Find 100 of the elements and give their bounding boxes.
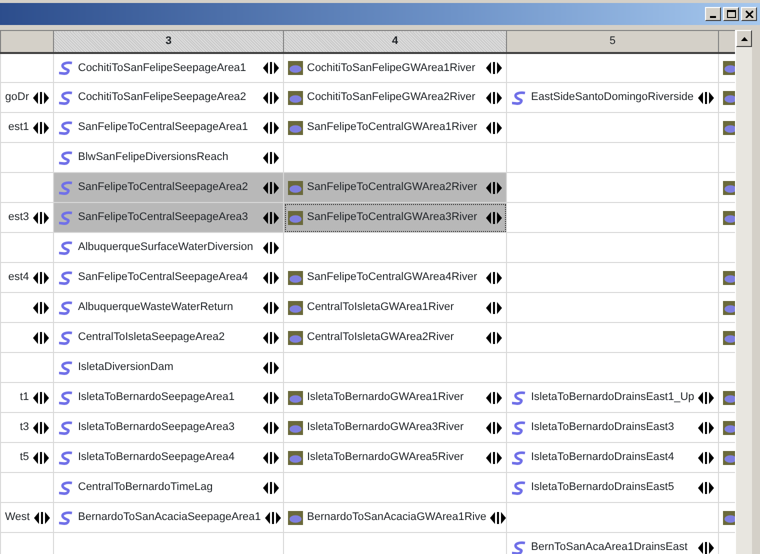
grid-cell[interactable]: SanFelipeToCentralGWArea4River bbox=[284, 262, 506, 292]
s-curve-icon bbox=[58, 510, 74, 524]
grid-cell[interactable]: t1 bbox=[0, 382, 54, 412]
grid-cell[interactable] bbox=[0, 292, 54, 322]
left-right-arrows-icon bbox=[698, 422, 714, 434]
grid-cell[interactable]: SanFelipeToCentralGWArea3River bbox=[284, 202, 506, 232]
grid-cell[interactable] bbox=[506, 502, 718, 532]
grid-cell[interactable]: SanFelipeToCentralGWArea2River bbox=[284, 172, 506, 202]
grid-cell[interactable] bbox=[284, 472, 506, 502]
grid-cell[interactable]: est1 bbox=[0, 112, 54, 142]
column-header[interactable]: 3 bbox=[54, 30, 284, 52]
grid-cell[interactable]: IsletaToBernardoDrainsEast5 bbox=[506, 472, 718, 502]
grid-cell[interactable]: IsletaToBernardoGWArea1River bbox=[284, 382, 506, 412]
grid-cell[interactable] bbox=[506, 142, 718, 172]
grid-cell[interactable] bbox=[506, 172, 718, 202]
close-button[interactable] bbox=[741, 7, 757, 21]
column-header[interactable]: 5 bbox=[506, 30, 718, 52]
object-name-label: CochitiToSanFelipeSeepageArea1 bbox=[78, 60, 248, 76]
left-right-arrows-icon bbox=[263, 62, 279, 74]
grid-cell[interactable]: t3 bbox=[0, 412, 54, 442]
grid-cell[interactable]: EastSideSantoDomingoRiverside bbox=[506, 82, 718, 112]
pond-icon bbox=[288, 180, 303, 194]
left-right-arrows-icon bbox=[33, 272, 49, 284]
grid-cell[interactable]: IsletaToBernardoSeepageArea4 bbox=[54, 442, 284, 472]
left-right-arrows-icon bbox=[486, 422, 502, 434]
left-right-arrows-icon bbox=[486, 92, 502, 104]
grid-cell[interactable]: SanFelipeToCentralSeepageArea3 bbox=[54, 202, 284, 232]
grid-cell[interactable]: SanFelipeToCentralSeepageArea4 bbox=[54, 262, 284, 292]
grid-cell[interactable] bbox=[506, 352, 718, 382]
grid-cell[interactable] bbox=[0, 352, 54, 382]
grid-cell[interactable]: West bbox=[0, 502, 54, 532]
column-header[interactable] bbox=[0, 30, 54, 52]
grid-cell[interactable] bbox=[0, 142, 54, 172]
grid-cell[interactable]: IsletaDiversionDam bbox=[54, 352, 284, 382]
grid-cell[interactable]: CochitiToSanFelipeSeepageArea1 bbox=[54, 52, 284, 82]
left-right-arrows-icon bbox=[486, 62, 502, 74]
grid-cell[interactable] bbox=[284, 232, 506, 262]
pond-icon bbox=[723, 300, 734, 314]
object-name-label: IsletaToBernardoSeepageArea4 bbox=[78, 450, 236, 466]
grid-cell[interactable]: CentralToIsletaGWArea2River bbox=[284, 322, 506, 352]
grid-cell[interactable] bbox=[0, 472, 54, 502]
pond-icon bbox=[288, 510, 303, 524]
left-right-arrows-icon bbox=[486, 302, 502, 314]
grid-cell[interactable] bbox=[0, 532, 54, 554]
s-curve-icon bbox=[58, 450, 74, 464]
column-header[interactable]: 4 bbox=[284, 30, 506, 52]
left-right-arrows-icon bbox=[33, 452, 49, 464]
grid-cell[interactable]: goDr bbox=[0, 82, 54, 112]
grid-cell[interactable]: BernardoToSanAcaciaSeepageArea1 bbox=[54, 502, 284, 532]
grid-cell[interactable]: SanFelipeToCentralSeepageArea1 bbox=[54, 112, 284, 142]
scroll-up-button[interactable] bbox=[736, 30, 752, 47]
minimize-button[interactable] bbox=[705, 7, 721, 21]
column-header[interactable] bbox=[718, 30, 735, 52]
grid-cell[interactable] bbox=[506, 322, 718, 352]
grid-cell[interactable] bbox=[506, 202, 718, 232]
grid-cell[interactable]: t5 bbox=[0, 442, 54, 472]
grid-cell[interactable]: IsletaToBernardoSeepageArea3 bbox=[54, 412, 284, 442]
grid-cell[interactable]: est3 bbox=[0, 202, 54, 232]
grid-cell[interactable]: IsletaToBernardoDrainsEast1_Up bbox=[506, 382, 718, 412]
s-curve-icon bbox=[58, 60, 74, 75]
grid-cell[interactable]: SanFelipeToCentralGWArea1River bbox=[284, 112, 506, 142]
grid-cell[interactable]: CochitiToSanFelipeGWArea2River bbox=[284, 82, 506, 112]
left-right-arrows-icon bbox=[33, 212, 49, 224]
left-right-arrows-icon bbox=[263, 272, 279, 284]
pond-icon bbox=[723, 60, 734, 75]
grid-cell[interactable]: CochitiToSanFelipeGWArea1River bbox=[284, 52, 506, 82]
grid-cell[interactable] bbox=[284, 352, 506, 382]
object-name-label: CentralToIsletaGWArea2River bbox=[307, 330, 455, 346]
grid-cell[interactable] bbox=[506, 52, 718, 82]
maximize-button[interactable] bbox=[723, 7, 739, 21]
left-right-arrows-icon bbox=[486, 272, 502, 284]
grid-cell[interactable]: IsletaToBernardoDrainsEast3 bbox=[506, 412, 718, 442]
scrollbar[interactable] bbox=[735, 30, 752, 554]
grid-cell[interactable] bbox=[0, 52, 54, 82]
pond-icon bbox=[288, 300, 303, 314]
grid-cell[interactable]: IsletaToBernardoDrainsEast4 bbox=[506, 442, 718, 472]
s-curve-icon bbox=[58, 240, 74, 254]
grid-cell[interactable]: CochitiToSanFelipeSeepageArea2 bbox=[54, 82, 284, 112]
s-curve-icon bbox=[58, 90, 74, 104]
s-curve-icon bbox=[58, 330, 74, 344]
grid-cell[interactable] bbox=[506, 292, 718, 322]
grid-cell[interactable] bbox=[506, 112, 718, 142]
grid-cell[interactable]: CentralToBernardoTimeLag bbox=[54, 472, 284, 502]
left-right-arrows-icon bbox=[486, 332, 502, 344]
grid-cell[interactable] bbox=[506, 232, 718, 262]
grid-cell[interactable]: CentralToIsletaGWArea1River bbox=[284, 292, 506, 322]
left-right-arrows-icon bbox=[263, 122, 279, 134]
grid-cell[interactable]: SanFelipeToCentralSeepageArea2 bbox=[54, 172, 284, 202]
grid-cell[interactable]: BernardoToSanAcaciaGWArea1Rive bbox=[284, 502, 506, 532]
grid-cell[interactable] bbox=[506, 262, 718, 292]
grid-cell[interactable] bbox=[0, 232, 54, 262]
grid-cell[interactable]: AlbuquerqueWasteWaterReturn bbox=[54, 292, 284, 322]
grid-cell[interactable]: IsletaToBernardoGWArea5River bbox=[284, 442, 506, 472]
grid-cell[interactable]: IsletaToBernardoGWArea3River bbox=[284, 412, 506, 442]
grid-cell[interactable]: IsletaToBernardoSeepageArea1 bbox=[54, 382, 284, 412]
grid-cell[interactable]: est4 bbox=[0, 262, 54, 292]
grid-cell[interactable]: CentralToIsletaSeepageArea2 bbox=[54, 322, 284, 352]
grid-cell[interactable]: AlbuquerqueSurfaceWaterDiversion bbox=[54, 232, 284, 262]
object-name-label: AlbuquerqueWasteWaterReturn bbox=[78, 300, 234, 316]
grid-cell[interactable] bbox=[0, 322, 54, 352]
